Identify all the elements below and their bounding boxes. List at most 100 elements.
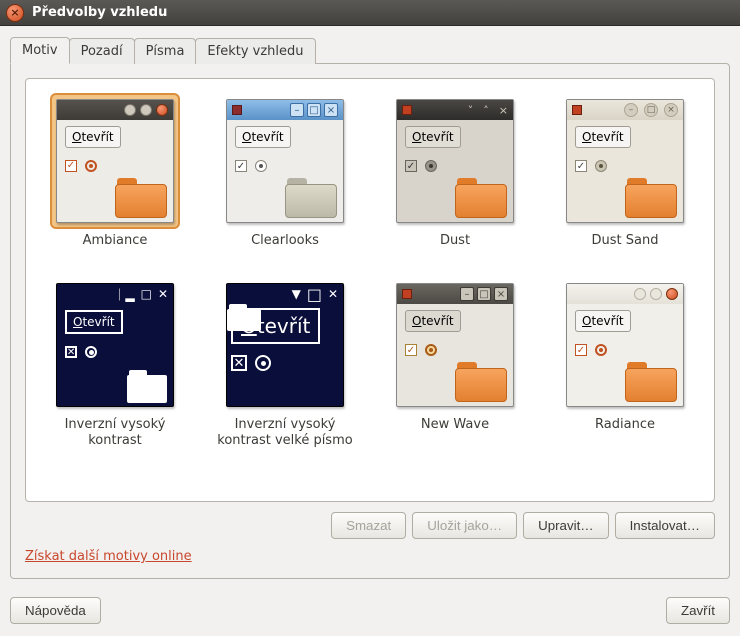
min-icon: –: [624, 103, 638, 117]
theme-thumbnail: Otevřít ✓: [566, 283, 684, 407]
install-button[interactable]: Instalovat…: [615, 512, 715, 539]
close-icon: ×: [664, 103, 678, 117]
folder-icon: [455, 178, 507, 218]
min-icon: [124, 104, 136, 116]
radio-icon: [595, 160, 607, 172]
checkbox-icon: ✕: [65, 346, 77, 358]
min-icon: ˅: [468, 104, 474, 117]
theme-item-ambiance[interactable]: Otevřít ✓ Ambiance: [44, 93, 186, 265]
menu-icon: [402, 289, 412, 299]
radio-icon: [595, 344, 607, 356]
theme-thumbnail: –□× Otevřít ✓: [396, 283, 514, 407]
more-themes-link[interactable]: Získat další motivy online: [25, 549, 192, 564]
theme-item-dust[interactable]: ˅˄× Otevřít ✓ Dust: [384, 93, 526, 265]
tab-panel-motiv: Otevřít ✓ Ambiance –□× Otevřít: [10, 63, 730, 579]
theme-thumbnail: Otevřít ✓: [56, 99, 174, 223]
checkbox-icon: ✓: [575, 160, 587, 172]
sample-open-button: Otevřít: [65, 126, 121, 148]
theme-item-radiance[interactable]: Otevřít ✓ Radiance: [554, 277, 696, 450]
radio-icon: [255, 355, 271, 371]
theme-thumbnail: –□× Otevřít ✓: [226, 99, 344, 223]
max-icon: [140, 104, 152, 116]
theme-item-new-wave[interactable]: –□× Otevřít ✓ New Wave: [384, 277, 526, 450]
customize-button[interactable]: Upravit…: [523, 512, 609, 539]
close-icon: [156, 104, 168, 116]
max-icon: □: [477, 287, 491, 301]
tab-motiv[interactable]: Motiv: [10, 37, 70, 64]
theme-item-high-contrast-inverse-large[interactable]: ▼□✕ Otevřít ✕ Inverzní vysoký kontrast v…: [214, 277, 356, 450]
close-icon: ✕: [158, 287, 168, 301]
sample-open-button: Otevřít: [575, 126, 631, 148]
theme-thumbnail: ▼□✕ Otevřít ✕: [226, 283, 344, 407]
theme-label: Inverzní vysoký kontrast velké písmo: [214, 417, 356, 450]
theme-thumbnail: ˅˄× Otevřít ✓: [396, 99, 514, 223]
min-icon: –: [460, 287, 474, 301]
max-icon: □: [307, 103, 321, 117]
radio-icon: [85, 160, 97, 172]
theme-label: New Wave: [421, 417, 489, 449]
radio-icon: [255, 160, 267, 172]
theme-item-high-contrast-inverse[interactable]: ｜▂ □ ✕ Otevřít ✕ Inverzní vysoký kontrast: [44, 277, 186, 450]
folder-icon: [115, 178, 167, 218]
max-icon: [650, 288, 662, 300]
theme-label: Clearlooks: [251, 233, 319, 265]
max-icon: □: [307, 285, 322, 304]
theme-list[interactable]: Otevřít ✓ Ambiance –□× Otevřít: [25, 78, 715, 502]
sample-open-button: Otevřít: [575, 310, 631, 332]
checkbox-icon: ✓: [405, 160, 417, 172]
window-body: Motiv Pozadí Písma Efekty vzhledu Otevří…: [0, 26, 740, 589]
close-icon: [666, 288, 678, 300]
folder-icon: [305, 350, 339, 376]
radio-icon: [85, 346, 97, 358]
sample-open-button: Otevřít: [405, 310, 461, 332]
max-icon: □: [644, 103, 658, 117]
checkbox-icon: ✕: [231, 355, 247, 371]
radio-icon: [425, 160, 437, 172]
close-icon: ×: [324, 103, 338, 117]
checkbox-icon: ✓: [575, 344, 587, 356]
close-icon: ✕: [328, 287, 338, 301]
checkbox-icon: ✓: [405, 344, 417, 356]
close-button[interactable]: Zavřít: [666, 597, 730, 624]
close-icon: ×: [494, 287, 508, 301]
dialog-footer: Nápověda Zavřít: [0, 589, 740, 636]
theme-label: Inverzní vysoký kontrast: [44, 417, 186, 450]
sample-open-button: Otevřít: [235, 126, 291, 148]
titlebar: × Předvolby vzhledu: [0, 0, 740, 26]
appearance-preferences-window: × Předvolby vzhledu Motiv Pozadí Písma E…: [0, 0, 740, 636]
min-icon: ▼: [292, 287, 301, 301]
folder-icon: [127, 370, 167, 402]
menu-icon: [572, 105, 582, 115]
checkbox-icon: ✓: [235, 160, 247, 172]
tabs: Motiv Pozadí Písma Efekty vzhledu: [10, 36, 730, 64]
theme-thumbnail: –□ × Otevřít ✓: [566, 99, 684, 223]
help-button[interactable]: Nápověda: [10, 597, 101, 624]
menu-icon: [232, 105, 242, 115]
close-icon: ×: [499, 104, 508, 117]
theme-item-dust-sand[interactable]: –□× Otevřít ✓ Dust Sand: [554, 93, 696, 265]
sample-open-button: Otevřít: [65, 310, 123, 334]
folder-icon: [285, 178, 337, 218]
folder-icon: [625, 362, 677, 402]
tab-efekty[interactable]: Efekty vzhledu: [195, 38, 315, 64]
window-title: Předvolby vzhledu: [32, 5, 167, 20]
checkbox-icon: ✓: [65, 160, 77, 172]
delete-button: Smazat: [331, 512, 406, 539]
min-icon: –: [290, 103, 304, 117]
theme-actions: Smazat Uložit jako… Upravit… Instalovat…: [25, 512, 715, 539]
theme-label: Ambiance: [83, 233, 148, 265]
folder-icon: [455, 362, 507, 402]
menu-icon: [402, 105, 412, 115]
theme-item-clearlooks[interactable]: –□× Otevřít ✓ Clearlooks: [214, 93, 356, 265]
min-icon: ｜▂: [113, 286, 134, 303]
theme-label: Dust: [440, 233, 470, 265]
tab-pisma[interactable]: Písma: [134, 38, 197, 64]
sample-open-button: Otevřít: [405, 126, 461, 148]
save-as-button: Uložit jako…: [412, 512, 517, 539]
theme-thumbnail: ｜▂ □ ✕ Otevřít ✕: [56, 283, 174, 407]
window-close-icon[interactable]: ×: [6, 4, 24, 22]
tab-pozadi[interactable]: Pozadí: [69, 38, 135, 64]
max-icon: □: [141, 287, 152, 301]
radio-icon: [425, 344, 437, 356]
min-icon: [634, 288, 646, 300]
